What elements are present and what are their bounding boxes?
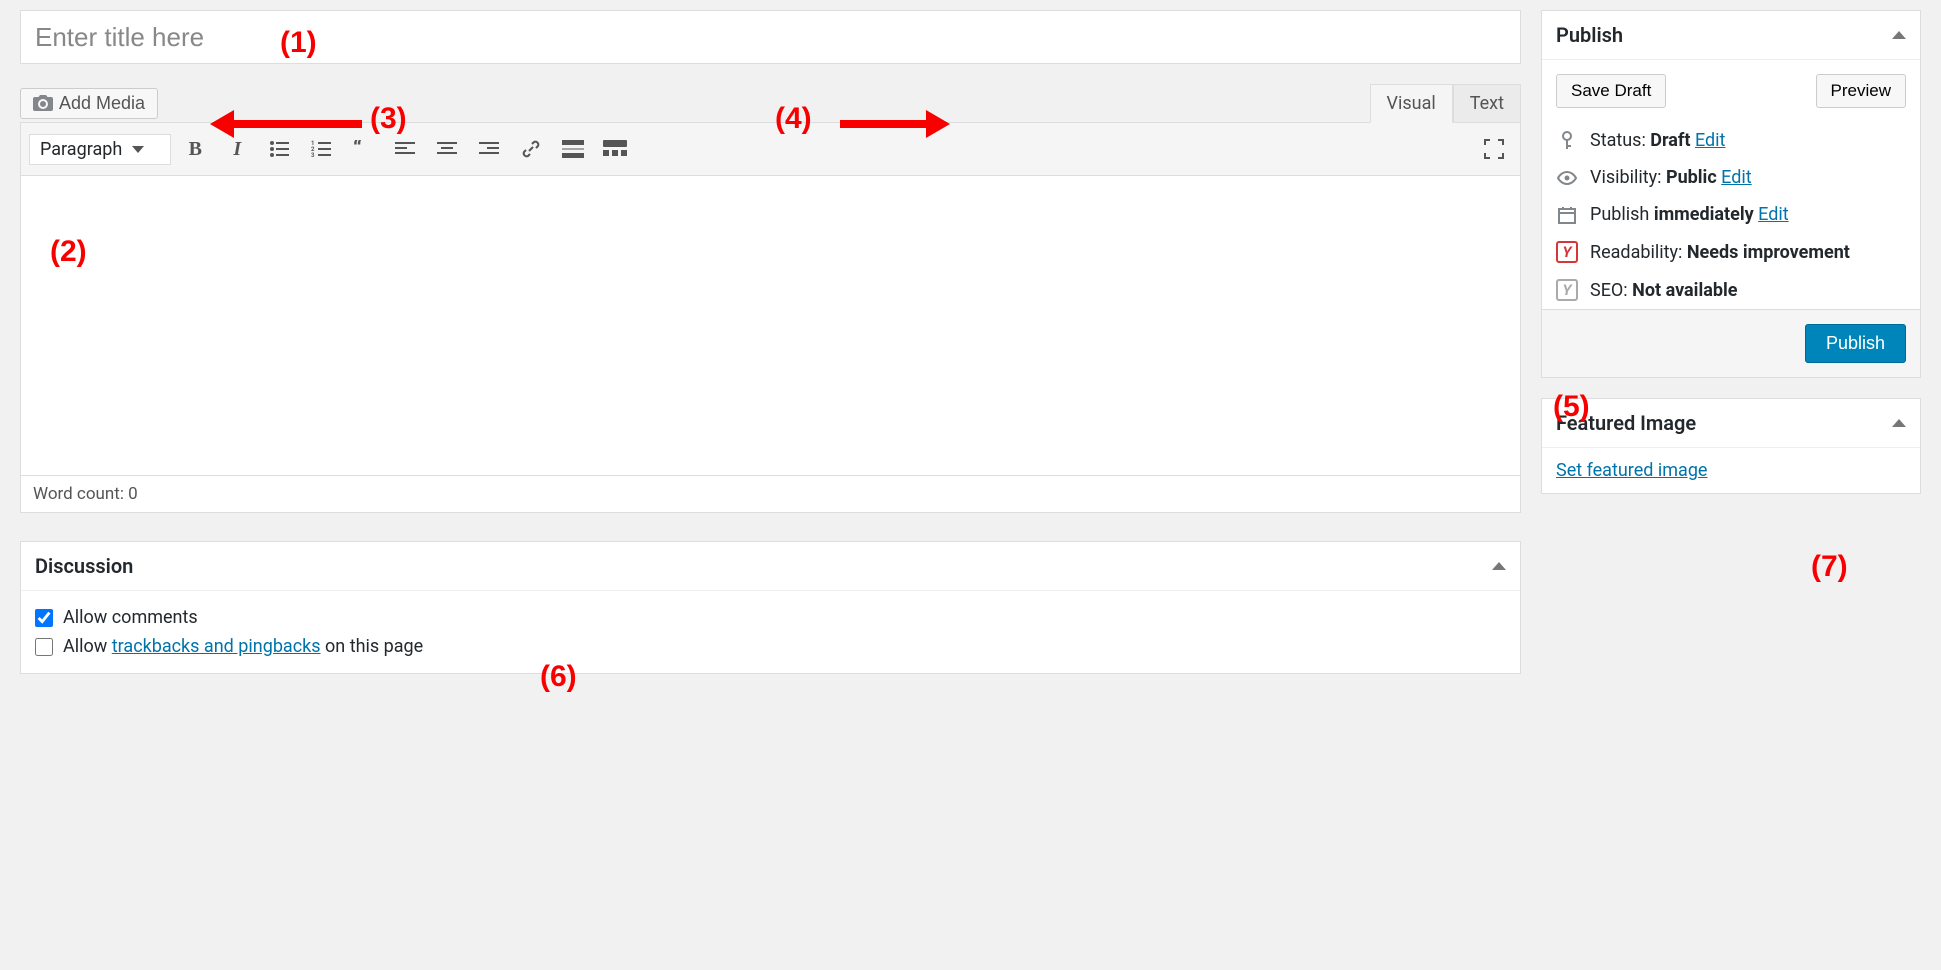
allow-trackbacks-label: Allow trackbacks and pingbacks on this p… <box>63 636 423 657</box>
publish-title: Publish <box>1556 23 1623 47</box>
featured-image-title: Featured Image <box>1556 411 1696 435</box>
collapse-icon <box>1892 419 1906 427</box>
calendar-icon <box>1556 206 1578 224</box>
publish-footer: Publish <box>1542 309 1920 377</box>
discussion-panel: Discussion Allow comments Allow trackbac… <box>20 541 1521 674</box>
visibility-text: Visibility: Public Edit <box>1590 167 1752 188</box>
post-title-input[interactable] <box>20 10 1521 64</box>
trackbacks-link[interactable]: trackbacks and pingbacks <box>112 636 321 657</box>
word-count-label: Word count: 0 <box>33 484 138 504</box>
blockquote-button[interactable]: “ <box>345 131 381 167</box>
featured-image-body: Set featured image <box>1542 448 1920 493</box>
format-dropdown[interactable]: Paragraph <box>29 134 171 165</box>
editor-mode-tabs: Visual Text <box>1370 84 1521 123</box>
seo-value: Not available <box>1632 280 1737 301</box>
seo-text: SEO: Not available <box>1590 280 1737 301</box>
svg-text:“: “ <box>353 140 362 158</box>
preview-button[interactable]: Preview <box>1816 74 1906 108</box>
seo-row: Y SEO: Not available <box>1542 271 1920 309</box>
readability-label: Readability: <box>1590 242 1687 263</box>
set-featured-image-link[interactable]: Set featured image <box>1556 460 1707 481</box>
toolbar-toggle-button[interactable] <box>597 131 633 167</box>
link-button[interactable] <box>513 131 549 167</box>
fullscreen-button[interactable] <box>1476 131 1512 167</box>
collapse-icon <box>1892 31 1906 39</box>
eye-icon <box>1556 171 1578 185</box>
schedule-text: Publish immediately Edit <box>1590 204 1789 225</box>
allow-trackbacks-row: Allow trackbacks and pingbacks on this p… <box>35 632 1506 661</box>
align-right-button[interactable] <box>471 131 507 167</box>
italic-button[interactable]: I <box>219 131 255 167</box>
content-editor[interactable] <box>20 176 1521 476</box>
publish-panel: Publish Save Draft Preview Status: Draft… <box>1541 10 1921 378</box>
bold-button[interactable]: B <box>177 131 213 167</box>
align-left-button[interactable] <box>387 131 423 167</box>
side-column: Publish Save Draft Preview Status: Draft… <box>1541 10 1921 694</box>
edit-status-link[interactable]: Edit <box>1695 130 1725 151</box>
edit-schedule-link[interactable]: Edit <box>1758 204 1788 225</box>
visibility-value: Public <box>1666 167 1717 188</box>
yoast-readability-icon: Y <box>1556 241 1578 263</box>
discussion-title: Discussion <box>35 554 133 578</box>
allow-trackbacks-prefix: Allow <box>63 636 112 657</box>
camera-icon <box>33 95 53 113</box>
seo-label: SEO: <box>1590 280 1632 301</box>
discussion-panel-header[interactable]: Discussion <box>21 542 1520 591</box>
annotation-7: (7) <box>1811 550 1848 584</box>
allow-trackbacks-checkbox[interactable] <box>35 638 53 656</box>
key-icon <box>1556 131 1578 151</box>
align-center-button[interactable] <box>429 131 465 167</box>
tab-visual[interactable]: Visual <box>1370 84 1453 123</box>
visibility-row: Visibility: Public Edit <box>1542 159 1920 196</box>
allow-comments-label: Allow comments <box>63 607 198 628</box>
allow-trackbacks-suffix: on this page <box>321 636 424 657</box>
readability-value: Needs improvement <box>1687 242 1850 263</box>
status-label: Status: <box>1590 130 1650 151</box>
collapse-icon <box>1492 562 1506 570</box>
edit-visibility-link[interactable]: Edit <box>1721 167 1751 188</box>
publish-actions-row: Save Draft Preview <box>1542 60 1920 122</box>
save-draft-button[interactable]: Save Draft <box>1556 74 1666 108</box>
svg-text:3: 3 <box>311 152 315 158</box>
readability-text: Readability: Needs improvement <box>1590 242 1850 263</box>
featured-image-header[interactable]: Featured Image <box>1542 399 1920 448</box>
read-more-button[interactable] <box>555 131 591 167</box>
yoast-seo-icon: Y <box>1556 279 1578 301</box>
format-label: Paragraph <box>40 139 122 160</box>
allow-comments-checkbox[interactable] <box>35 609 53 627</box>
status-text: Status: Draft Edit <box>1590 130 1725 151</box>
main-column: (1) Add Media Visual Text (3) (4) <box>20 10 1521 694</box>
publish-label: Publish <box>1590 204 1654 225</box>
discussion-panel-body: Allow comments Allow trackbacks and ping… <box>21 591 1520 673</box>
readability-row: Y Readability: Needs improvement <box>1542 233 1920 271</box>
allow-comments-row: Allow comments <box>35 603 1506 632</box>
publish-value: immediately <box>1654 204 1754 225</box>
bullet-list-button[interactable] <box>261 131 297 167</box>
add-media-button[interactable]: Add Media <box>20 88 158 119</box>
editor-status-bar: Word count: 0 <box>20 476 1521 513</box>
visibility-label: Visibility: <box>1590 167 1666 188</box>
status-value: Draft <box>1650 130 1690 151</box>
numbered-list-button[interactable]: 123 <box>303 131 339 167</box>
editor-block: Add Media Visual Text (3) (4) Paragraph … <box>20 84 1521 513</box>
publish-panel-header[interactable]: Publish <box>1542 11 1920 60</box>
status-row: Status: Draft Edit <box>1542 122 1920 159</box>
tab-text[interactable]: Text <box>1453 84 1521 123</box>
add-media-label: Add Media <box>59 93 145 114</box>
chevron-down-icon <box>132 146 144 153</box>
editor-toolbar: Paragraph B I 123 “ <box>20 122 1521 176</box>
publish-button[interactable]: Publish <box>1805 324 1906 363</box>
featured-image-panel: Featured Image Set featured image <box>1541 398 1921 494</box>
schedule-row: Publish immediately Edit <box>1542 196 1920 233</box>
media-row: Add Media Visual Text <box>20 84 1521 123</box>
